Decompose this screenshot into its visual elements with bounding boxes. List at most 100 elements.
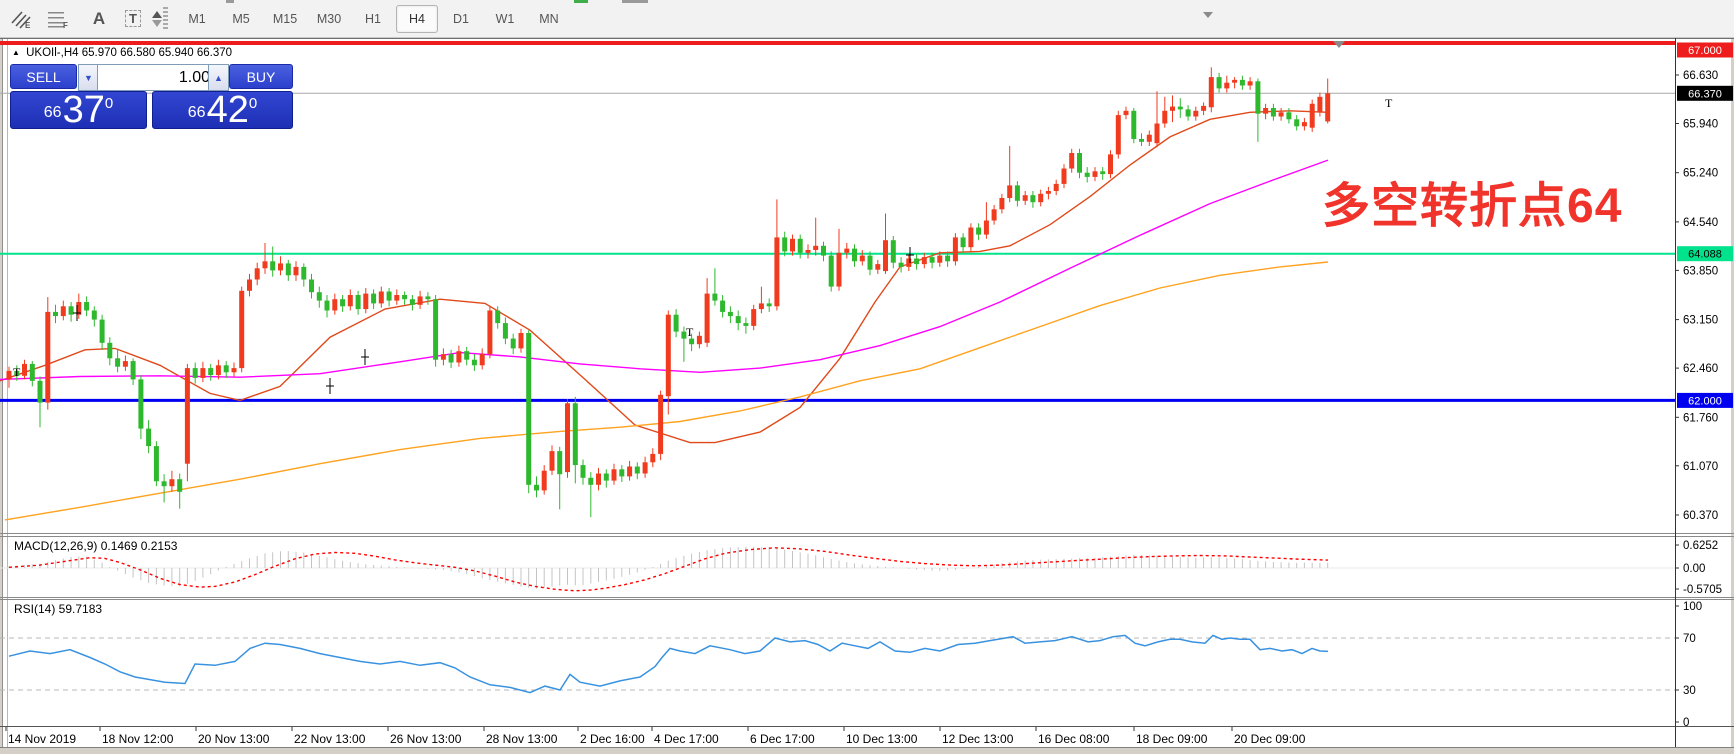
candle xyxy=(1270,108,1276,117)
candle xyxy=(859,255,865,262)
candle xyxy=(402,295,408,300)
toolbar-grip[interactable] xyxy=(163,7,168,31)
candle xyxy=(1030,195,1036,203)
candle xyxy=(502,323,508,339)
candle xyxy=(45,311,51,403)
candle xyxy=(1177,106,1183,110)
candle xyxy=(1092,171,1098,177)
candle xyxy=(1038,193,1044,203)
candle xyxy=(534,484,539,491)
volume-increment-button[interactable]: ▲ xyxy=(208,64,229,91)
sell-price-button[interactable]: 66 37 0 xyxy=(10,91,147,129)
candle xyxy=(1278,112,1284,117)
timeframe-m1[interactable]: M1 xyxy=(176,5,218,33)
candle xyxy=(386,291,392,301)
price-tick-label: 61.070 xyxy=(1683,461,1718,473)
timeframe-m30[interactable]: M30 xyxy=(308,5,350,33)
candle xyxy=(1309,103,1315,128)
candle xyxy=(138,379,144,429)
candle xyxy=(541,470,547,491)
candle xyxy=(588,477,594,485)
date-tick-label: 18 Dec 09:00 xyxy=(1136,732,1208,746)
timeframe-h1[interactable]: H1 xyxy=(352,5,394,33)
buy-price-sup: 0 xyxy=(248,95,258,112)
candle xyxy=(914,258,920,265)
candle xyxy=(53,311,58,317)
buy-price-prefix: 66 xyxy=(187,104,206,121)
buy-button[interactable]: BUY xyxy=(229,64,293,89)
toolbar-overflow-icon[interactable] xyxy=(1203,12,1213,18)
timeframe-m5[interactable]: M5 xyxy=(220,5,262,33)
candle xyxy=(146,428,152,447)
text-label-icon[interactable]: T xyxy=(118,5,148,32)
buy-price-button[interactable]: 66 42 0 xyxy=(152,91,293,129)
candle xyxy=(689,338,695,345)
candle xyxy=(1084,172,1090,177)
sell-button[interactable]: SELL xyxy=(10,64,77,89)
sell-price-prefix: 66 xyxy=(43,104,62,121)
svg-text:F: F xyxy=(63,21,68,29)
price-tick-label: 66.630 xyxy=(1683,70,1718,82)
date-tick-label: 4 Dec 17:00 xyxy=(654,732,719,746)
volume-decrement-button[interactable]: ▼ xyxy=(78,64,99,91)
candle xyxy=(921,257,927,265)
candle xyxy=(247,279,252,291)
candle xyxy=(1255,81,1261,114)
candle xyxy=(347,295,353,307)
candle xyxy=(852,248,857,262)
equidistant-channel-icon[interactable]: E xyxy=(6,5,36,32)
candle xyxy=(960,237,966,248)
candle xyxy=(821,245,826,256)
date-tick-label: 16 Dec 08:00 xyxy=(1038,732,1110,746)
candle xyxy=(1301,122,1307,127)
candle xyxy=(223,365,229,373)
candle xyxy=(84,302,90,311)
candle xyxy=(479,354,485,366)
macd-axis-label: 0.00 xyxy=(1683,563,1705,575)
candle xyxy=(1014,185,1020,201)
candle xyxy=(712,293,718,301)
timeframe-m15[interactable]: M15 xyxy=(264,5,306,33)
candle xyxy=(495,310,501,324)
text-icon-glyph: A xyxy=(92,8,106,28)
candle xyxy=(278,263,283,271)
candle xyxy=(1115,115,1121,155)
timeframe-d1[interactable]: D1 xyxy=(440,5,482,33)
candle xyxy=(968,227,974,248)
macd-axis-label: -0.5705 xyxy=(1683,584,1722,596)
volume-input[interactable] xyxy=(97,64,219,91)
text-icon[interactable]: A xyxy=(84,5,114,32)
candle xyxy=(177,479,183,492)
candle xyxy=(572,403,578,466)
candle xyxy=(828,255,834,287)
date-tick-label: 18 Nov 12:00 xyxy=(102,732,174,746)
date-tick-label: 20 Nov 13:00 xyxy=(198,732,270,746)
candle xyxy=(813,245,819,250)
timeframe-h4[interactable]: H4 xyxy=(396,5,438,33)
candle xyxy=(999,198,1005,210)
arrow-style-icon[interactable] xyxy=(150,5,164,32)
date-tick-label: 10 Dec 13:00 xyxy=(846,732,918,746)
candle xyxy=(634,466,640,474)
rsi-label: RSI(14) 59.7183 xyxy=(14,602,103,616)
timeframe-w1[interactable]: W1 xyxy=(484,5,526,33)
chart-header: ▲ UKOIl-,H4 65.970 66.580 65.940 66.370 xyxy=(12,47,232,59)
rsi-axis-label: 0 xyxy=(1683,717,1689,729)
date-tick-label: 2 Dec 16:00 xyxy=(580,732,645,746)
candle xyxy=(1224,82,1230,89)
fibonacci-icon[interactable]: F xyxy=(44,5,74,32)
timeframe-mn[interactable]: MN xyxy=(528,5,570,33)
candle xyxy=(464,351,470,360)
candle xyxy=(1146,134,1152,142)
panel-toggle-icon[interactable]: ▲ xyxy=(12,48,20,57)
candle xyxy=(231,368,237,373)
candle xyxy=(192,368,198,378)
candle xyxy=(324,300,330,311)
candle xyxy=(844,248,850,253)
candle xyxy=(1247,81,1253,86)
price-tick-label: 62.460 xyxy=(1683,363,1718,375)
candle xyxy=(650,453,656,463)
price-tick-label: 65.240 xyxy=(1683,168,1718,180)
candle xyxy=(208,368,214,376)
candle xyxy=(929,257,935,263)
